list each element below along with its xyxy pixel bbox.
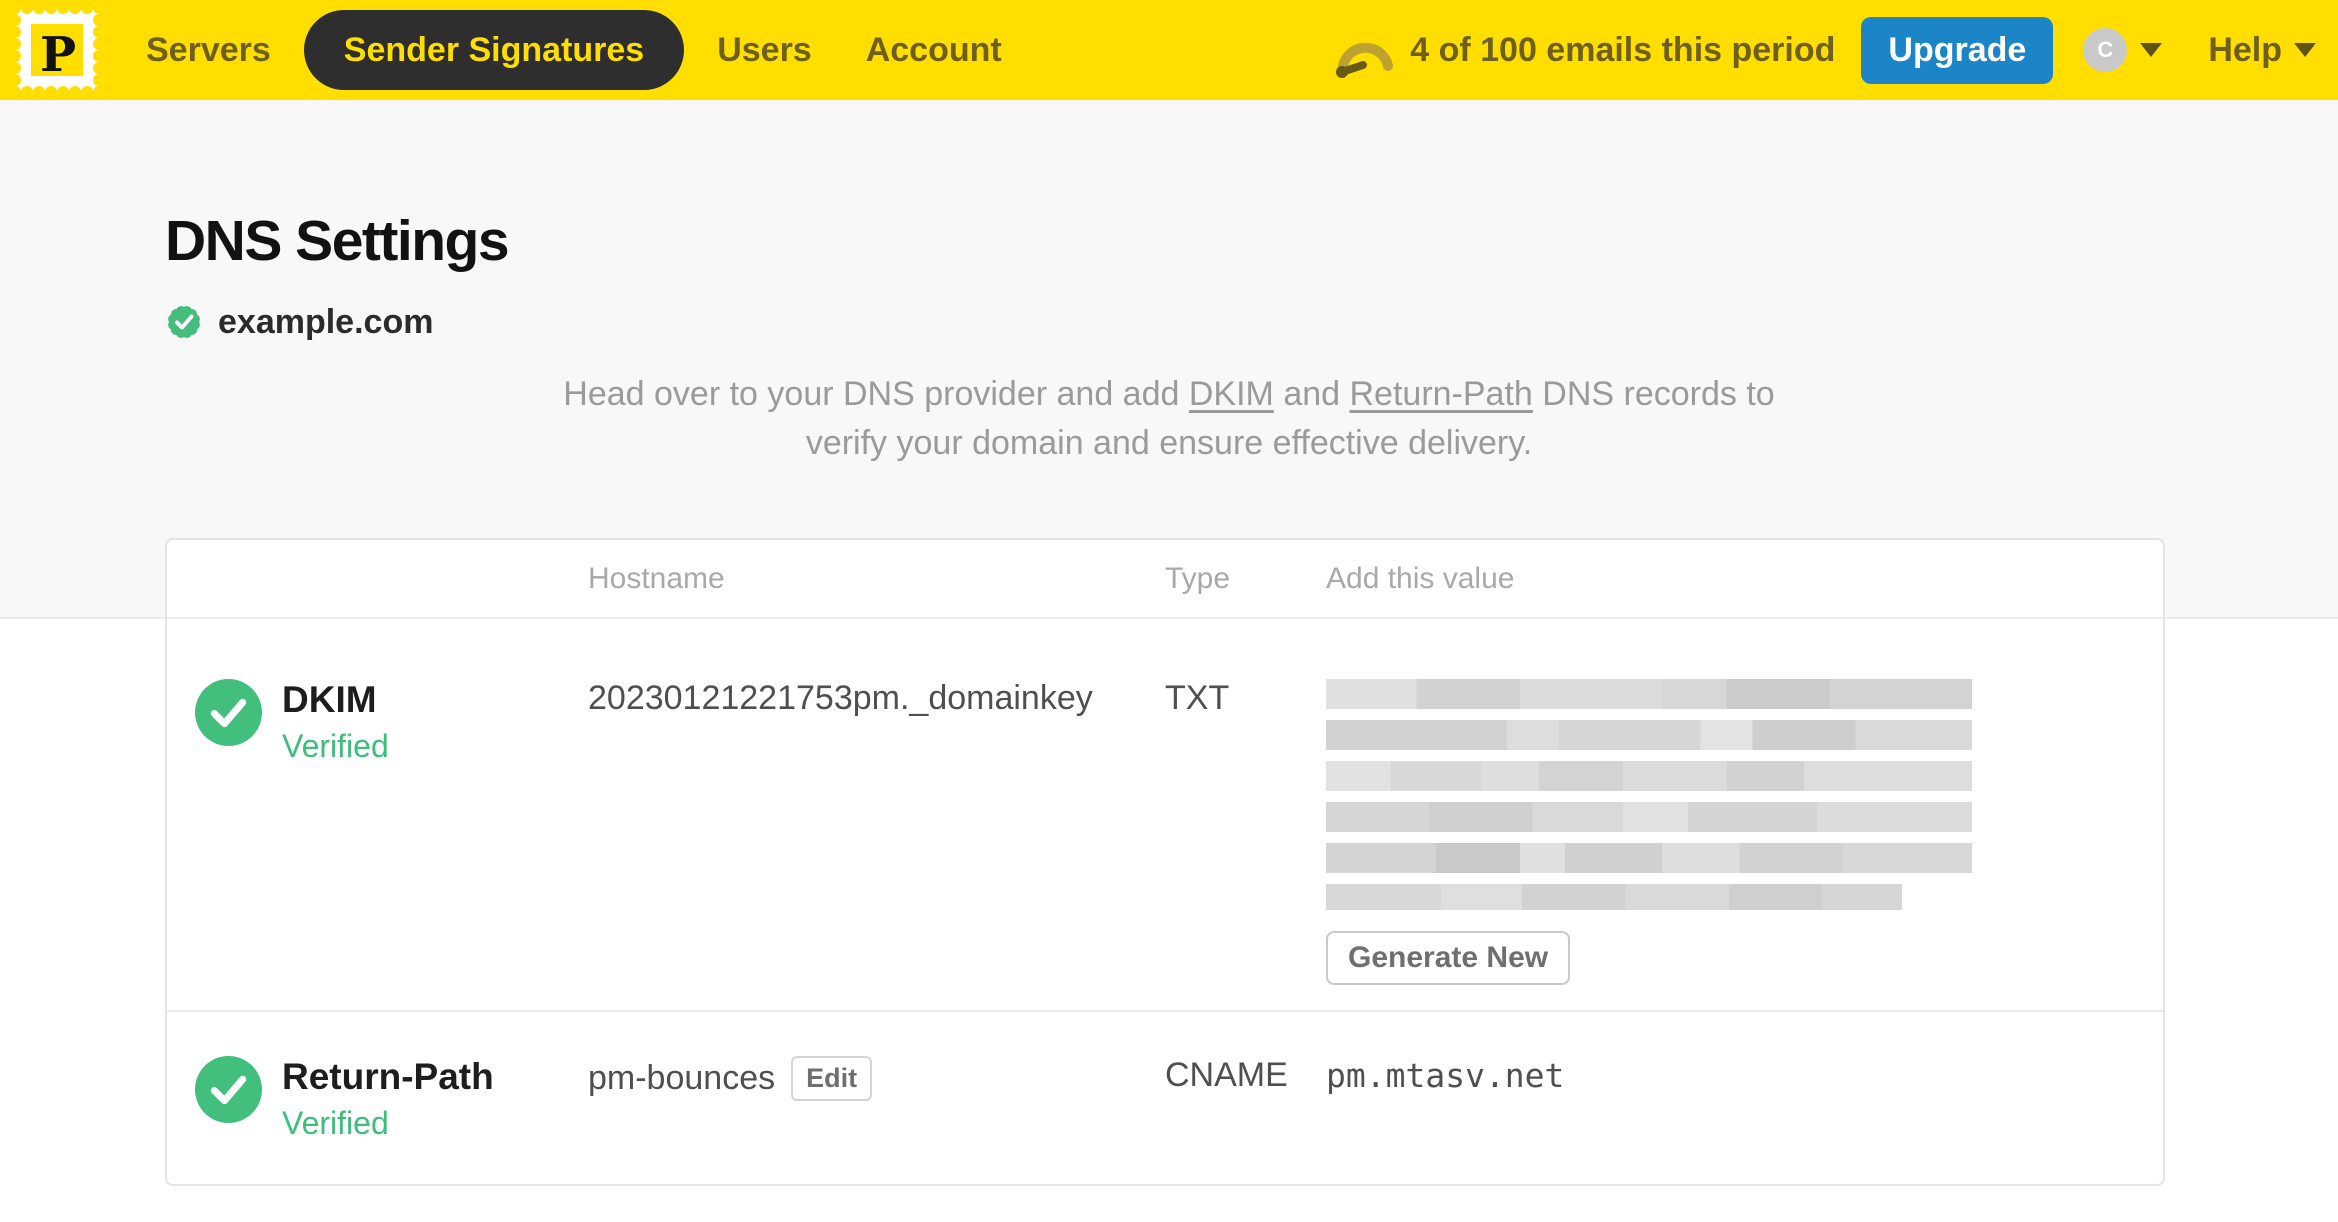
return-path-value: pm.mtasv.net: [1326, 1056, 1565, 1095]
nav-item-servers[interactable]: Servers: [119, 33, 298, 67]
redacted-line: [1326, 802, 1972, 832]
intro-part1: Head over to your DNS provider and add: [563, 375, 1189, 413]
upgrade-button[interactable]: Upgrade: [1861, 16, 2054, 84]
help-label: Help: [2208, 30, 2282, 69]
app-root: P Servers Sender Signatures Users Accoun…: [0, 0, 2338, 1222]
verified-seal-icon: [168, 306, 200, 338]
domain-name: example.com: [218, 302, 434, 341]
redacted-line: [1326, 679, 1972, 709]
return-path-hostname-cell: pm-bounces Edit: [588, 1012, 1165, 1182]
primary-nav: Servers Sender Signatures Users Account: [119, 10, 1029, 90]
return-path-link[interactable]: Return-Path: [1350, 375, 1533, 413]
dkim-type-cell: TXT: [1165, 619, 1326, 1010]
usage-counter: 4 of 100 emails this period: [1410, 30, 1836, 69]
domain-row: example.com: [163, 301, 433, 343]
intro-part2: and: [1273, 375, 1350, 413]
dkim-hostname: 20230121221753pm._domainkey: [588, 679, 1093, 717]
check-circle-icon: [195, 679, 262, 746]
intro-text: Head over to your DNS provider and add D…: [0, 370, 2338, 468]
record-name: Return-Path: [282, 1056, 494, 1097]
caret-down-icon: [2140, 43, 2163, 57]
status-badge: Verified: [282, 727, 389, 764]
redacted-line: [1326, 843, 1972, 873]
header-hostname: Hostname: [588, 561, 725, 595]
dkim-hostname-cell: 20230121221753pm._domainkey: [588, 619, 1165, 1010]
check-circle-icon: [195, 1056, 262, 1123]
table-header-row: Hostname Type Add this value: [167, 540, 2163, 619]
account-menu[interactable]: C: [2083, 28, 2163, 72]
dkim-type: TXT: [1165, 679, 1230, 717]
return-path-hostname: pm-bounces: [588, 1059, 776, 1097]
return-path-value-cell: pm.mtasv.net: [1326, 1012, 2163, 1182]
table-row-dkim: DKIM Verified 20230121221753pm._domainke…: [167, 619, 2163, 1012]
redacted-dns-value: [1326, 679, 1972, 910]
help-menu[interactable]: Help: [2208, 31, 2316, 70]
logo-letter: P: [40, 27, 76, 83]
top-navbar: P Servers Sender Signatures Users Accoun…: [0, 0, 2338, 100]
return-path-status-cell: Return-Path Verified: [167, 1012, 588, 1182]
table-row-return-path: Return-Path Verified pm-bounces Edit CNA…: [167, 1012, 2163, 1182]
dns-records-card: Hostname Type Add this value DKIM Verifi…: [165, 538, 2165, 1186]
record-name: DKIM: [282, 679, 377, 720]
nav-item-account[interactable]: Account: [839, 33, 1029, 67]
return-path-type-cell: CNAME: [1165, 1012, 1326, 1182]
nav-item-users[interactable]: Users: [690, 33, 839, 67]
gauge-icon: [1336, 42, 1394, 78]
header-type: Type: [1165, 561, 1231, 595]
edit-button[interactable]: Edit: [791, 1056, 873, 1101]
header-add-this-value: Add this value: [1326, 561, 1515, 595]
generate-new-button[interactable]: Generate New: [1326, 931, 1571, 985]
dkim-value-cell: Generate New: [1326, 619, 2163, 1010]
dkim-status-cell: DKIM Verified: [167, 619, 588, 1010]
status-badge: Verified: [282, 1104, 389, 1141]
navbar-right: 4 of 100 emails this period Upgrade C He…: [1334, 16, 2316, 84]
dkim-link[interactable]: DKIM: [1189, 375, 1274, 413]
nav-item-sender-signatures[interactable]: Sender Signatures: [303, 10, 685, 90]
caret-down-icon: [2294, 43, 2316, 57]
avatar[interactable]: C: [2083, 28, 2128, 72]
page-title: DNS Settings: [165, 209, 510, 273]
redacted-line: [1326, 720, 1972, 750]
return-path-type: CNAME: [1165, 1056, 1288, 1094]
postage-stamp-icon: P: [9, 2, 105, 98]
postmark-logo[interactable]: P: [9, 2, 105, 98]
redacted-line: [1326, 761, 1972, 791]
redacted-line: [1326, 884, 1902, 910]
